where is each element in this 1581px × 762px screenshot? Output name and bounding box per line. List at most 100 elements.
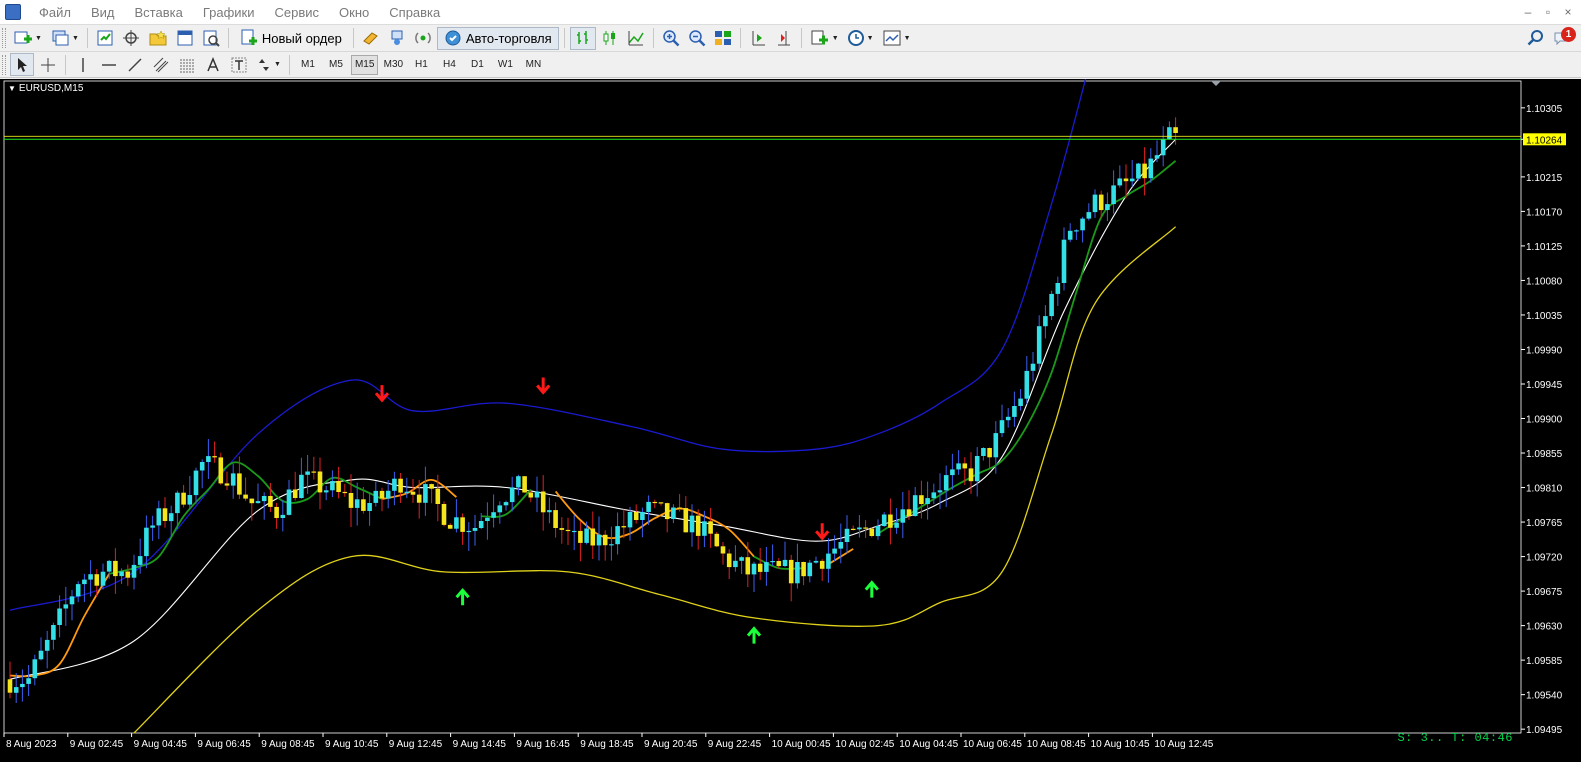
- candle-bear: [181, 492, 186, 505]
- vertical-line-button[interactable]: [71, 53, 95, 76]
- candle-bull: [1148, 158, 1154, 179]
- timeframe-h4-button[interactable]: H4: [436, 55, 462, 75]
- minimize-button[interactable]: –: [1519, 3, 1537, 21]
- tile-windows-button[interactable]: [711, 27, 735, 50]
- chart-shift-button[interactable]: [772, 27, 796, 50]
- timeframe-w1-button[interactable]: W1: [492, 55, 518, 75]
- periods-button[interactable]: ▼: [844, 27, 877, 50]
- candlestick-button[interactable]: [598, 27, 622, 50]
- candle-bear: [906, 509, 912, 516]
- notifications-button[interactable]: 1: [1553, 27, 1576, 49]
- trendline-button[interactable]: [123, 53, 147, 76]
- line-chart-button[interactable]: [624, 27, 648, 50]
- current-price-label: 1.10264: [1526, 135, 1563, 146]
- y-tick-label: 1.10170: [1526, 207, 1563, 218]
- close-button[interactable]: ×: [1559, 3, 1577, 21]
- x-tick-label: 9 Aug 02:45: [70, 739, 124, 750]
- toolbar-grip[interactable]: [2, 28, 6, 48]
- y-tick-label: 1.10305: [1526, 104, 1563, 115]
- timeframe-m30-button[interactable]: M30: [380, 55, 406, 75]
- menu-insert[interactable]: Вставка: [125, 0, 193, 25]
- menu-help[interactable]: Справка: [379, 0, 450, 25]
- data-window-button[interactable]: [119, 27, 143, 50]
- candle-bear: [274, 506, 279, 518]
- candle-bull: [1167, 127, 1172, 140]
- candle-bull: [770, 561, 775, 563]
- cursor-button[interactable]: [10, 53, 34, 76]
- timeframe-d1-button[interactable]: D1: [464, 55, 490, 75]
- timeframe-m15-button[interactable]: M15: [350, 54, 379, 75]
- bar-chart-button[interactable]: [569, 26, 596, 50]
- timeframe-mn-button[interactable]: MN: [520, 55, 546, 75]
- candle-bull: [106, 560, 112, 572]
- menu-file[interactable]: Файл: [29, 0, 81, 25]
- candle-bull: [323, 490, 329, 493]
- metaeditor-button[interactable]: [359, 27, 383, 50]
- strategy-tester-button[interactable]: [199, 27, 223, 50]
- toolbar-grip[interactable]: [2, 54, 6, 75]
- crosshair-button[interactable]: [36, 53, 60, 76]
- timeframe-m1-button[interactable]: M1: [295, 55, 321, 75]
- candle-bear: [578, 530, 583, 543]
- candle-bull: [26, 678, 31, 684]
- candle-bull: [993, 433, 999, 458]
- menu-window[interactable]: Окно: [329, 0, 379, 25]
- market-button[interactable]: [411, 27, 435, 50]
- zoom-in-icon: [662, 30, 680, 47]
- candle-bear: [658, 502, 664, 504]
- restore-button[interactable]: ▫: [1539, 3, 1557, 21]
- candle-bull: [168, 513, 174, 522]
- candle-bear: [677, 507, 682, 509]
- menu-tools[interactable]: Сервис: [265, 0, 330, 25]
- autotrading-label: Авто-торговля: [465, 30, 552, 46]
- candle-bull: [330, 481, 335, 491]
- candle-bull: [931, 492, 937, 499]
- indicators-button[interactable]: ▼: [807, 27, 842, 50]
- horizontal-line-button[interactable]: [97, 53, 121, 76]
- candle-bear: [987, 448, 992, 458]
- timeframe-group: M1 M5 M15 M30 H1 H4 D1 W1 MN: [294, 54, 547, 75]
- arrows-button[interactable]: ▼: [253, 53, 284, 76]
- bollinger-lower-line: [133, 226, 1177, 734]
- menu-charts[interactable]: Графики: [193, 0, 265, 25]
- equidistant-channel-button[interactable]: [149, 53, 173, 76]
- templates-button[interactable]: ▼: [879, 27, 914, 50]
- candle-bull: [956, 463, 961, 470]
- zoom-in-button[interactable]: [659, 27, 683, 50]
- candle-bear: [94, 574, 100, 586]
- chart-window[interactable]: 1.10305 1.10264 1.10215 1.10170 1.10125 1.100…: [0, 79, 1581, 762]
- timeframe-h1-button[interactable]: H1: [408, 55, 434, 75]
- navigator-button[interactable]: [145, 27, 171, 50]
- bollinger-middle-line: [9, 138, 1177, 680]
- candle-bull: [44, 639, 50, 651]
- x-tick-label: 9 Aug 20:45: [644, 739, 698, 750]
- candle-bull: [472, 528, 478, 531]
- candle-bear: [888, 514, 893, 528]
- autotrading-button[interactable]: Авто-торговля: [436, 26, 559, 50]
- fibonacci-button[interactable]: [175, 53, 199, 76]
- new-order-button[interactable]: Новый ордер: [234, 27, 348, 50]
- text-label-button[interactable]: [227, 53, 251, 76]
- profiles-button[interactable]: ▼: [47, 27, 82, 50]
- new-chart-button[interactable]: ▼: [10, 27, 45, 50]
- x-tick-label: 10 Aug 10:45: [1091, 739, 1150, 750]
- candle-bear: [664, 503, 670, 520]
- candle-bull: [261, 496, 267, 502]
- candle-bull: [137, 556, 143, 565]
- timeframe-m5-button[interactable]: M5: [323, 55, 349, 75]
- search-icon[interactable]: [1527, 29, 1545, 47]
- auto-scroll-button[interactable]: [746, 27, 770, 50]
- channel-icon: [153, 57, 169, 72]
- text-button[interactable]: [201, 53, 225, 76]
- terminal-button[interactable]: [173, 27, 197, 50]
- x-tick-label: 9 Aug 12:45: [389, 739, 443, 750]
- price-chart[interactable]: 1.10305 1.10264 1.10215 1.10170 1.10125 1.100…: [0, 79, 1581, 762]
- vertical-line-icon: [82, 57, 84, 72]
- x-tick-label: 9 Aug 10:45: [325, 739, 379, 750]
- candle-bull: [20, 683, 25, 688]
- toolbar-separator: [86, 28, 88, 48]
- zoom-out-button[interactable]: [685, 27, 709, 50]
- market-watch-button[interactable]: [93, 27, 117, 50]
- menu-view[interactable]: Вид: [81, 0, 125, 25]
- signals-button[interactable]: [385, 27, 409, 50]
